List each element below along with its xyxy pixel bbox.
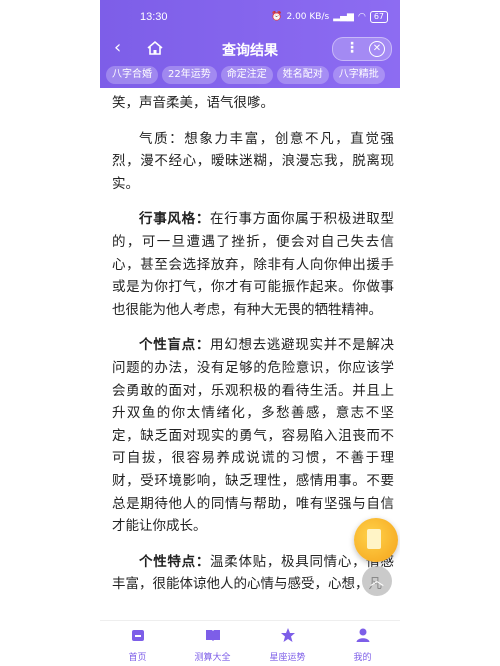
status-bar: 13:30 ⏰ 2.00 KB/s ▂▄▆ ◠ 67 — [100, 0, 400, 36]
floating-gift-button[interactable] — [354, 518, 398, 562]
bottom-nav-mine[interactable]: 我的 — [325, 621, 400, 666]
result-content: 笑，声音柔美，语气很嗲。 气质：想象力丰富，创意不凡，直觉强烈，漫不经心，暧昧迷… — [112, 92, 394, 609]
phone-screen: 13:30 ⏰ 2.00 KB/s ▂▄▆ ◠ 67 ‹ 查询结果 ⋮ ✕ 八字… — [100, 0, 400, 666]
category-tabs: 八字合婚 22年运势 命定注定 姓名配对 八字精批 — [100, 62, 400, 88]
traits-label: 个性特点： — [139, 553, 211, 570]
bottom-navigation: 首页 测算大全 星座运势 我的 — [100, 620, 400, 666]
paragraph-style: 行事风格：在行事方面你属于积极进取型的，可一旦遭遇了挫折，便会对自己失去信心，甚… — [112, 208, 394, 321]
mini-program-capsule: ⋮ ✕ — [332, 37, 392, 61]
more-icon[interactable]: ⋮ — [345, 40, 359, 56]
paragraph-temperament: 气质：想象力丰富，创意不凡，直觉强烈，漫不经心，暧昧迷糊，浪漫忘我，脱离现实。 — [112, 130, 394, 192]
chevron-up-icon: ︿ — [370, 573, 384, 589]
wifi-icon: ◠ — [357, 12, 366, 22]
alarm-icon: ⏰ — [271, 12, 283, 22]
gift-icon — [367, 529, 381, 549]
paragraph-voice: 笑，声音柔美，语气很嗲。 — [112, 95, 274, 111]
network-speed: 2.00 KB/s — [286, 12, 330, 22]
bottom-nav-home-label: 首页 — [128, 653, 147, 663]
status-icons: ⏰ 2.00 KB/s ▂▄▆ ◠ 67 — [271, 11, 388, 23]
bottom-nav-all-label: 测算大全 — [194, 653, 231, 663]
bottom-nav-home[interactable]: 首页 — [100, 621, 175, 666]
tab-name-match[interactable]: 姓名配对 — [276, 66, 329, 84]
user-icon — [356, 628, 369, 642]
status-time: 13:30 — [140, 11, 168, 23]
signal-icon: ▂▄▆ — [333, 12, 354, 22]
star-icon — [280, 628, 295, 642]
paragraph-blindspot: 个性盲点：用幻想去逃避现实并不是解决问题的办法，没有足够的危险意识，你应该学会勇… — [112, 334, 394, 537]
battery-icon: 67 — [369, 11, 388, 23]
back-to-top-button[interactable]: ︿ — [362, 566, 392, 596]
blindspot-label: 个性盲点： — [139, 337, 211, 354]
bottom-nav-all[interactable]: 测算大全 — [175, 621, 250, 666]
bottom-nav-mine-label: 我的 — [353, 653, 372, 663]
style-label: 行事风格： — [139, 211, 211, 228]
tab-bazi-detail[interactable]: 八字精批 — [332, 66, 385, 84]
bottom-nav-horoscope[interactable]: 星座运势 — [250, 621, 325, 666]
paragraph-traits: 个性特点：温柔体贴，极具同情心，情感丰富，很能体谅他人的心情与感受，心想，凡 — [112, 551, 394, 596]
close-icon[interactable]: ✕ — [369, 41, 385, 57]
navigation-bar: ‹ 查询结果 ⋮ ✕ — [100, 36, 400, 62]
bottom-nav-horoscope-label: 星座运势 — [269, 653, 306, 663]
tab-destiny[interactable]: 命定注定 — [220, 66, 273, 84]
tab-bazi-hehun[interactable]: 八字合婚 — [106, 66, 158, 84]
book-icon — [205, 630, 220, 641]
blindspot-text: 用幻想去逃避现实并不是解决问题的办法，没有足够的危险意识，你应该学会勇敢的面对，… — [112, 337, 395, 535]
tab-year-fortune[interactable]: 22年运势 — [162, 66, 217, 84]
home-tab-icon — [131, 630, 144, 641]
